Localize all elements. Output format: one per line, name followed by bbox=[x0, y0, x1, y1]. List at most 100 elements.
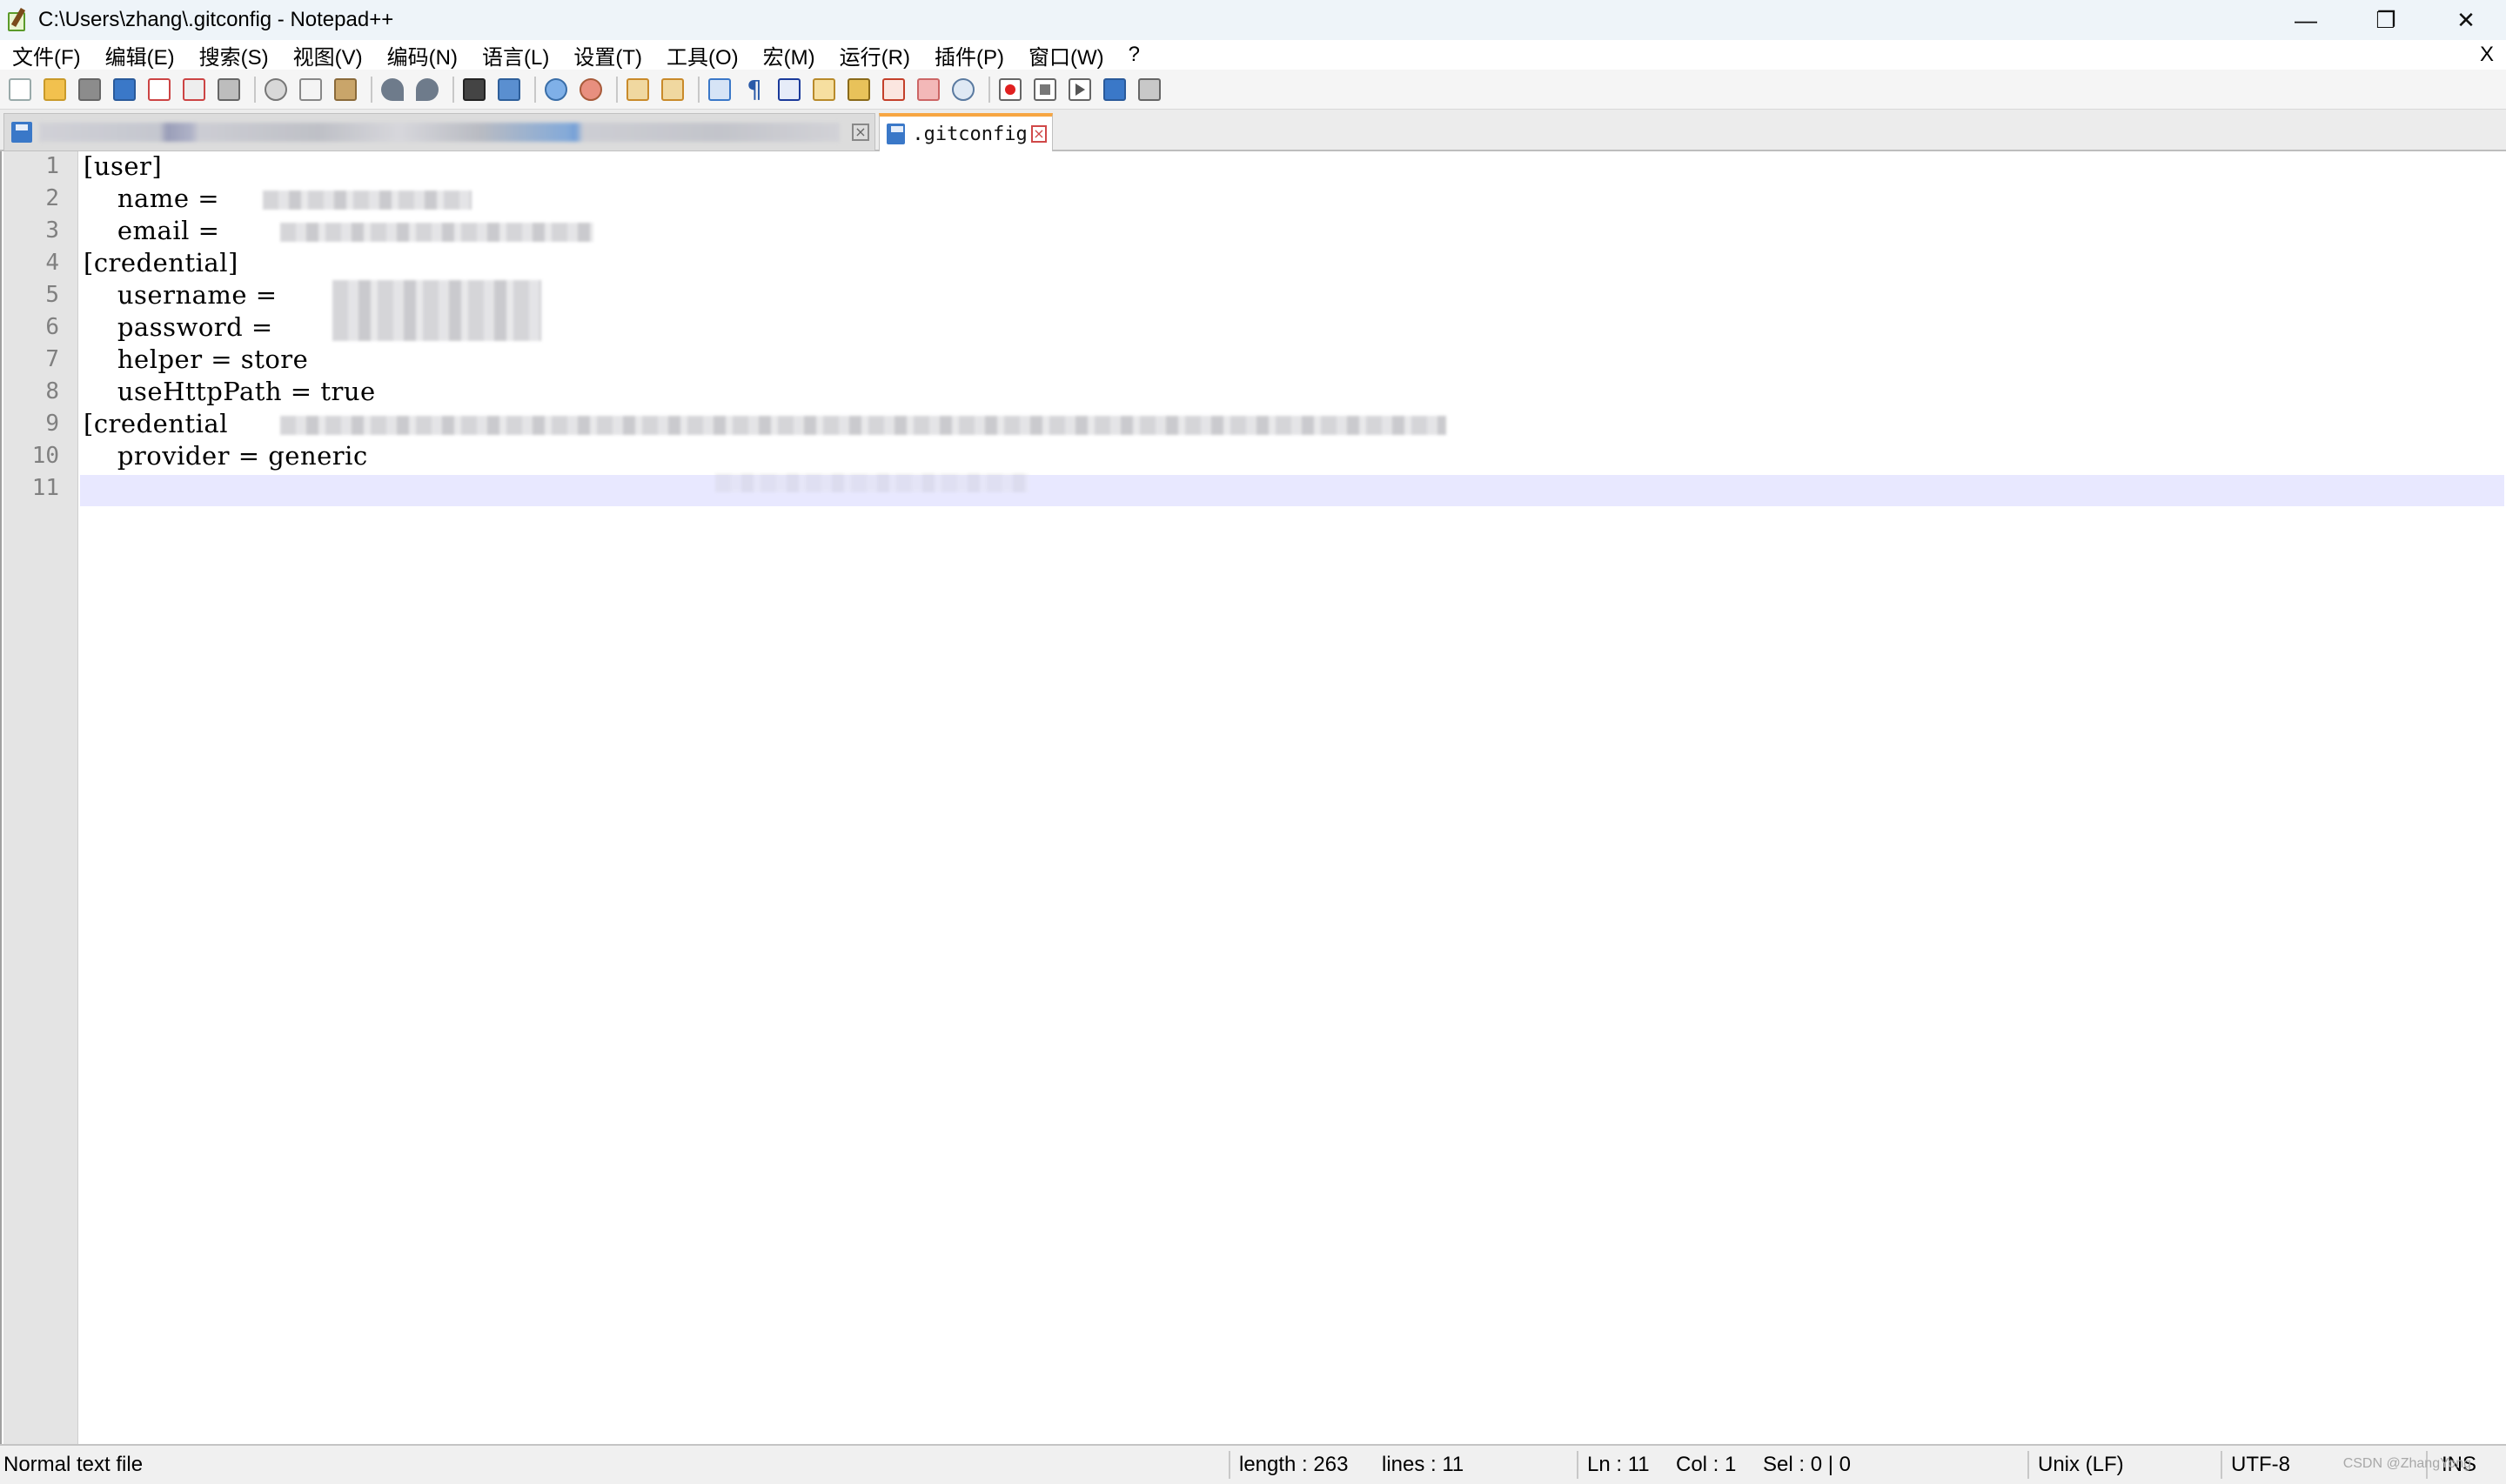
line-number: 4 bbox=[45, 250, 59, 276]
menu-file[interactable]: 文件(F) bbox=[0, 40, 93, 70]
indent-guide-icon[interactable] bbox=[774, 75, 804, 104]
line-number: 6 bbox=[45, 314, 59, 340]
menu-view[interactable]: 视图(V) bbox=[281, 40, 375, 70]
menu-settings[interactable]: 设置(T) bbox=[561, 40, 654, 70]
document-map-icon[interactable] bbox=[844, 75, 874, 104]
monitoring-icon[interactable] bbox=[914, 75, 943, 104]
save-all-icon[interactable] bbox=[110, 75, 139, 104]
menu-macro[interactable]: 宏(M) bbox=[751, 40, 828, 70]
word-wrap-icon[interactable] bbox=[705, 75, 734, 104]
tab-close-icon[interactable]: × bbox=[852, 124, 869, 141]
status-ln: Ln : 11 bbox=[1587, 1453, 1650, 1476]
menu-edit[interactable]: 编辑(E) bbox=[93, 40, 187, 70]
restore-button[interactable]: ❐ bbox=[2346, 0, 2426, 40]
status-eol[interactable]: Unix (LF) bbox=[2038, 1446, 2124, 1484]
line-number: 9 bbox=[45, 411, 59, 437]
paste-icon[interactable] bbox=[331, 75, 360, 104]
print-icon[interactable] bbox=[214, 75, 244, 104]
tab-close-icon[interactable]: × bbox=[1030, 125, 1047, 143]
redacted-credentials-value bbox=[332, 280, 541, 341]
undo-icon[interactable] bbox=[378, 75, 407, 104]
redacted-tab-label bbox=[39, 123, 840, 142]
notepadpp-app-icon[interactable] bbox=[5, 7, 30, 32]
redo-icon[interactable] bbox=[412, 75, 442, 104]
save-macro-icon[interactable] bbox=[1135, 75, 1164, 104]
toolbar: ¶ bbox=[0, 70, 2506, 110]
current-line-highlight bbox=[80, 475, 2504, 506]
line-number: 1 bbox=[45, 153, 59, 179]
folder-workspace-icon[interactable] bbox=[879, 75, 908, 104]
toolbar-separator bbox=[371, 76, 372, 103]
line-number-gutter: 1 2 3 4 5 6 7 8 9 10 11 bbox=[3, 151, 78, 1444]
play-macro-icon[interactable] bbox=[1065, 75, 1095, 104]
menu-language[interactable]: 语言(L) bbox=[470, 40, 561, 70]
menu-bar: 文件(F) 编辑(E) 搜索(S) 视图(V) 编码(N) 语言(L) 设置(T… bbox=[0, 40, 2506, 70]
menu-encoding[interactable]: 编码(N) bbox=[375, 40, 470, 70]
open-file-icon[interactable] bbox=[40, 75, 70, 104]
close-all-icon[interactable] bbox=[179, 75, 209, 104]
stop-macro-icon[interactable] bbox=[1030, 75, 1060, 104]
tab-gitconfig[interactable]: .gitconfig × bbox=[879, 113, 1053, 151]
redacted-name-value bbox=[263, 191, 472, 210]
status-col: Col : 1 bbox=[1676, 1453, 1737, 1476]
copy-icon[interactable] bbox=[296, 75, 325, 104]
line-number: 7 bbox=[45, 346, 59, 372]
saved-file-icon bbox=[11, 122, 32, 143]
function-list-icon[interactable] bbox=[809, 75, 839, 104]
redacted-credential-url bbox=[280, 416, 1446, 435]
saved-file-icon bbox=[887, 124, 906, 144]
menu-help[interactable]: ? bbox=[1116, 43, 1152, 67]
new-file-icon[interactable] bbox=[5, 75, 35, 104]
status-length: length : 263 bbox=[1239, 1453, 1349, 1476]
replace-icon[interactable] bbox=[494, 75, 524, 104]
zoom-in-icon[interactable] bbox=[541, 75, 571, 104]
line-number: 3 bbox=[45, 217, 59, 244]
code-line: [credential bbox=[84, 409, 237, 438]
code-line: username = bbox=[84, 280, 286, 310]
code-line: email = bbox=[84, 216, 229, 245]
code-line: provider = generic bbox=[84, 441, 368, 471]
cut-icon[interactable] bbox=[261, 75, 291, 104]
toolbar-separator bbox=[254, 76, 256, 103]
menu-search[interactable]: 搜索(S) bbox=[187, 40, 281, 70]
find-icon[interactable] bbox=[459, 75, 489, 104]
eye-icon[interactable] bbox=[948, 75, 978, 104]
editor-area[interactable]: 1 2 3 4 5 6 7 8 9 10 11 [user] name = em… bbox=[0, 151, 2506, 1444]
close-document-x-button[interactable]: X bbox=[2480, 40, 2494, 70]
menu-plugins[interactable]: 插件(P) bbox=[922, 40, 1016, 70]
show-all-chars-icon[interactable]: ¶ bbox=[740, 75, 769, 104]
tab-label: .gitconfig bbox=[912, 123, 1028, 145]
toolbar-separator bbox=[698, 76, 700, 103]
status-bar: Normal text file length : 263 lines : 11… bbox=[0, 1444, 2506, 1484]
code-line: name = bbox=[84, 184, 228, 213]
line-number: 10 bbox=[31, 443, 59, 469]
menu-tools[interactable]: 工具(O) bbox=[654, 40, 751, 70]
toolbar-separator bbox=[534, 76, 536, 103]
tab-redacted-file[interactable]: × bbox=[3, 113, 875, 151]
title-bar: C:\Users\zhang\.gitconfig - Notepad++ — … bbox=[0, 0, 2506, 40]
csdn-watermark: CSDN @ZhangYong bbox=[2342, 1456, 2471, 1471]
sync-horizontal-icon[interactable] bbox=[658, 75, 687, 104]
line-number: 2 bbox=[45, 185, 59, 211]
menu-window[interactable]: 窗口(W) bbox=[1016, 40, 1116, 70]
sync-vertical-icon[interactable] bbox=[623, 75, 653, 104]
minimize-button[interactable]: — bbox=[2266, 0, 2346, 40]
status-sel: Sel : 0 | 0 bbox=[1763, 1453, 1851, 1476]
status-encoding[interactable]: UTF-8 bbox=[2231, 1446, 2290, 1484]
status-file-type: Normal text file bbox=[3, 1453, 144, 1476]
record-macro-icon[interactable] bbox=[995, 75, 1025, 104]
code-line: helper = store bbox=[84, 344, 309, 374]
close-icon[interactable] bbox=[144, 75, 174, 104]
line-number: 8 bbox=[45, 378, 59, 404]
code-line: useHttpPath = true bbox=[84, 377, 376, 406]
tab-bar: × .gitconfig × bbox=[0, 110, 2506, 151]
toolbar-separator bbox=[988, 76, 990, 103]
run-macro-multiple-icon[interactable] bbox=[1100, 75, 1129, 104]
zoom-out-icon[interactable] bbox=[576, 75, 606, 104]
line-number: 11 bbox=[31, 475, 59, 501]
close-window-button[interactable]: ✕ bbox=[2426, 0, 2506, 40]
menu-run[interactable]: 运行(R) bbox=[828, 40, 922, 70]
save-icon[interactable] bbox=[75, 75, 104, 104]
status-lines: lines : 11 bbox=[1382, 1453, 1464, 1476]
code-line: password = bbox=[84, 312, 282, 342]
